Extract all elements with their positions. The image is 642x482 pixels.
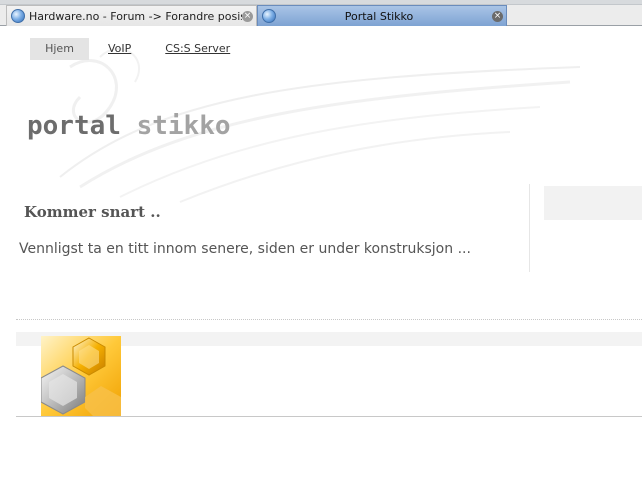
main-nav: Hjem VoIP CS:S Server bbox=[30, 38, 230, 60]
browser-tab-strip: Hardware.no - Forum -> Forandre posisjo.… bbox=[0, 0, 642, 26]
column-divider bbox=[529, 184, 530, 272]
tab-title: Hardware.no - Forum -> Forandre posisjo.… bbox=[29, 9, 242, 23]
tab-portal-stikko[interactable]: Portal Stikko × bbox=[257, 5, 507, 26]
hexagon-image bbox=[41, 336, 121, 416]
nav-item-voip[interactable]: VoIP bbox=[108, 38, 131, 60]
tab-hardware-forum[interactable]: Hardware.no - Forum -> Forandre posisjo.… bbox=[6, 5, 257, 26]
globe-icon bbox=[11, 9, 25, 23]
logo-word-stikko: stikko bbox=[136, 111, 231, 141]
footer-rule bbox=[16, 416, 642, 417]
page-content: Hjem VoIP CS:S Server portal stikko Komm… bbox=[0, 27, 642, 482]
close-icon[interactable]: × bbox=[242, 10, 253, 22]
tab-title: Portal Stikko bbox=[344, 9, 414, 23]
sidebar-box bbox=[544, 186, 642, 220]
logo-word-portal: portal bbox=[27, 111, 121, 141]
nav-item-hjem[interactable]: Hjem bbox=[30, 38, 89, 60]
page-heading: Kommer snart .. bbox=[24, 203, 161, 221]
page-body-text: Vennligst ta en titt innom senere, siden… bbox=[19, 241, 471, 257]
dotted-divider bbox=[16, 319, 642, 320]
close-icon[interactable]: × bbox=[492, 10, 503, 22]
site-logo[interactable]: portal stikko bbox=[27, 111, 231, 141]
nav-item-css-server[interactable]: CS:S Server bbox=[165, 38, 230, 60]
globe-icon bbox=[262, 9, 276, 23]
